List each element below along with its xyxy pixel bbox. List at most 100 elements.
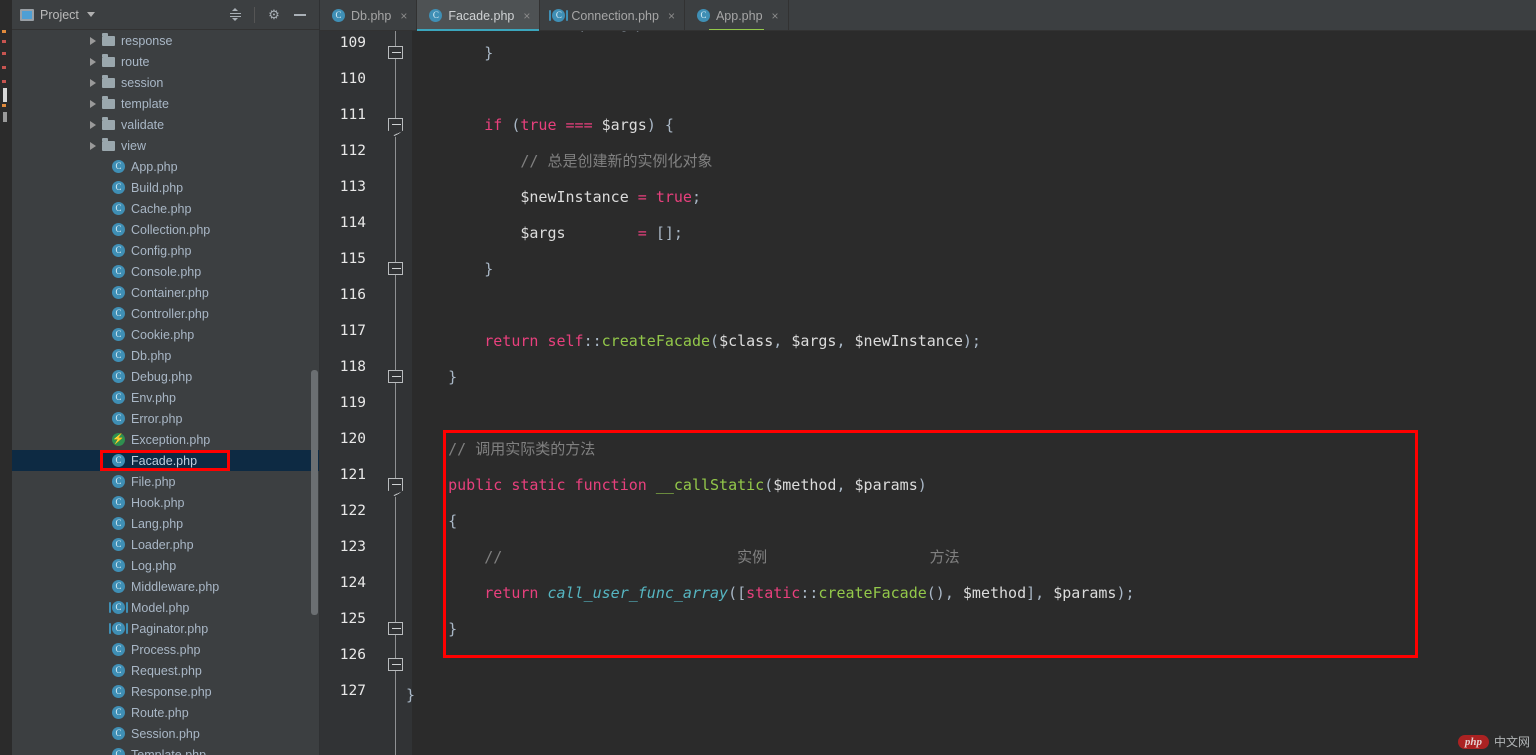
tree-item-label: Db.php [131,348,172,363]
close-icon[interactable]: × [668,9,675,23]
tree-item-label: Cache.php [131,201,192,216]
class-icon: C [112,412,125,425]
tree-file-Session.php[interactable]: C Session.php [12,723,320,744]
tree-folder-validate[interactable]: validate [12,114,320,135]
folder-icon [102,95,115,109]
tree-file-Lang.php[interactable]: C Lang.php [12,513,320,534]
code-line-118: } [448,368,458,386]
class-icon: C [112,727,125,740]
class-icon: C [112,580,125,593]
tree-file-Facade.php[interactable]: C Facade.php [12,450,320,471]
class-icon: C [112,454,125,467]
tree-file-Env.php[interactable]: C Env.php [12,387,320,408]
tree-file-Middleware.php[interactable]: C Middleware.php [12,576,320,597]
expand-arrow-icon[interactable] [90,141,96,150]
editor-tabbar: C Db.php × C Facade.php × C Connection.php × C App… [320,0,1536,31]
code-line-123: // 实例 方法 [484,548,960,566]
tree-file-Model.php[interactable]: C Model.php [12,597,320,618]
tree-file-Collection.php[interactable]: C Collection.php [12,219,320,240]
tree-file-Cache.php[interactable]: C Cache.php [12,198,320,219]
tab-label: Connection.php [571,8,659,23]
tree-scrollbar[interactable] [311,370,318,615]
tree-file-Config.php[interactable]: C Config.php [12,240,320,261]
minimize-button[interactable] [288,4,312,26]
tree-item-label: Env.php [131,390,176,405]
code-area[interactable]: $instance = new $class(...$args); 109110… [320,31,1536,755]
expand-arrow-icon[interactable] [90,120,96,129]
editor-tab-App.php[interactable]: C App.php × [685,0,789,31]
tree-file-Error.php[interactable]: C Error.php [12,408,320,429]
line-number-116: 116 [339,287,366,303]
tree-file-Db.php[interactable]: C Db.php [12,345,320,366]
fold-marker[interactable] [388,658,403,671]
tree-file-Build.php[interactable]: C Build.php [12,177,320,198]
abstract-class-icon: C [109,622,128,635]
tree-file-Exception.php[interactable]: ⚡ Exception.php [12,429,320,450]
tree-folder-response[interactable]: response [12,30,320,51]
class-icon: C [112,538,125,551]
exception-icon: ⚡ [112,433,125,446]
line-number-121: 121 [339,467,366,483]
tree-file-Controller.php[interactable]: C Controller.php [12,303,320,324]
tree-file-Console.php[interactable]: C Console.php [12,261,320,282]
close-icon[interactable]: × [772,9,779,23]
line-number-114: 114 [339,215,366,231]
tab-label: App.php [715,8,763,23]
close-icon[interactable]: × [400,9,407,23]
tree-file-Route.php[interactable]: C Route.php [12,702,320,723]
collapse-all-button[interactable] [223,4,247,26]
expand-arrow-icon[interactable] [90,36,96,45]
fold-marker[interactable] [388,370,403,383]
editor-area: C Db.php × C Facade.php × C Connection.php × C App… [320,0,1536,755]
chevron-down-icon[interactable] [86,12,95,17]
tree-file-Loader.php[interactable]: C Loader.php [12,534,320,555]
tree-file-Container.php[interactable]: C Container.php [12,282,320,303]
expand-arrow-icon[interactable] [90,57,96,66]
code-text[interactable]: } if (true === $args) { // 总是创建新的实例化对象 $… [412,31,1536,755]
tree-file-File.php[interactable]: C File.php [12,471,320,492]
code-line-115: } [484,260,494,278]
line-number-123: 123 [339,539,366,555]
line-number-126: 126 [339,647,366,663]
line-number-122: 122 [339,503,366,519]
tree-file-Debug.php[interactable]: C Debug.php [12,366,320,387]
fold-marker[interactable] [388,118,403,137]
tree-item-label: Lang.php [131,516,184,531]
editor-tab-Db.php[interactable]: C Db.php × [320,0,418,31]
fold-marker[interactable] [388,478,403,497]
expand-arrow-icon[interactable] [90,78,96,87]
collapse-all-icon [229,8,242,21]
tree-file-Hook.php[interactable]: C Hook.php [12,492,320,513]
tree-file-Request.php[interactable]: C Request.php [12,660,320,681]
tree-folder-session[interactable]: session [12,72,320,93]
tree-item-label: route [121,54,150,69]
project-title-group[interactable]: Project [20,8,95,22]
abstract-class-icon: C [549,9,569,22]
tab-label: Db.php [351,8,392,23]
tree-file-Paginator.php[interactable]: C Paginator.php [12,618,320,639]
tree-folder-view[interactable]: view [12,135,320,156]
tree-file-Template.php[interactable]: C Template.php [12,744,320,755]
settings-button[interactable]: ⚙ [262,4,286,26]
tree-file-Response.php[interactable]: C Response.php [12,681,320,702]
tree-file-Log.php[interactable]: C Log.php [12,555,320,576]
editor-tab-Connection.php[interactable]: C Connection.php × [540,0,685,31]
tree-item-label: Hook.php [131,495,185,510]
editor-tab-Facade.php[interactable]: C Facade.php × [417,0,541,31]
tree-file-Cookie.php[interactable]: C Cookie.php [12,324,320,345]
tree-folder-template[interactable]: template [12,93,320,114]
fold-marker[interactable] [388,262,403,275]
fold-marker[interactable] [388,46,403,59]
project-tree[interactable]: response route session template validate view… [12,30,320,755]
expand-arrow-icon[interactable] [90,99,96,108]
tree-folder-route[interactable]: route [12,51,320,72]
close-icon[interactable]: × [523,9,530,23]
fold-marker[interactable] [388,622,403,635]
tree-item-label: Build.php [131,180,184,195]
toolbar-divider [254,6,255,23]
folder-icon [102,137,115,151]
tree-item-label: Response.php [131,684,212,699]
tree-file-Process.php[interactable]: C Process.php [12,639,320,660]
class-icon: C [112,559,125,572]
tree-file-App.php[interactable]: C App.php [12,156,320,177]
